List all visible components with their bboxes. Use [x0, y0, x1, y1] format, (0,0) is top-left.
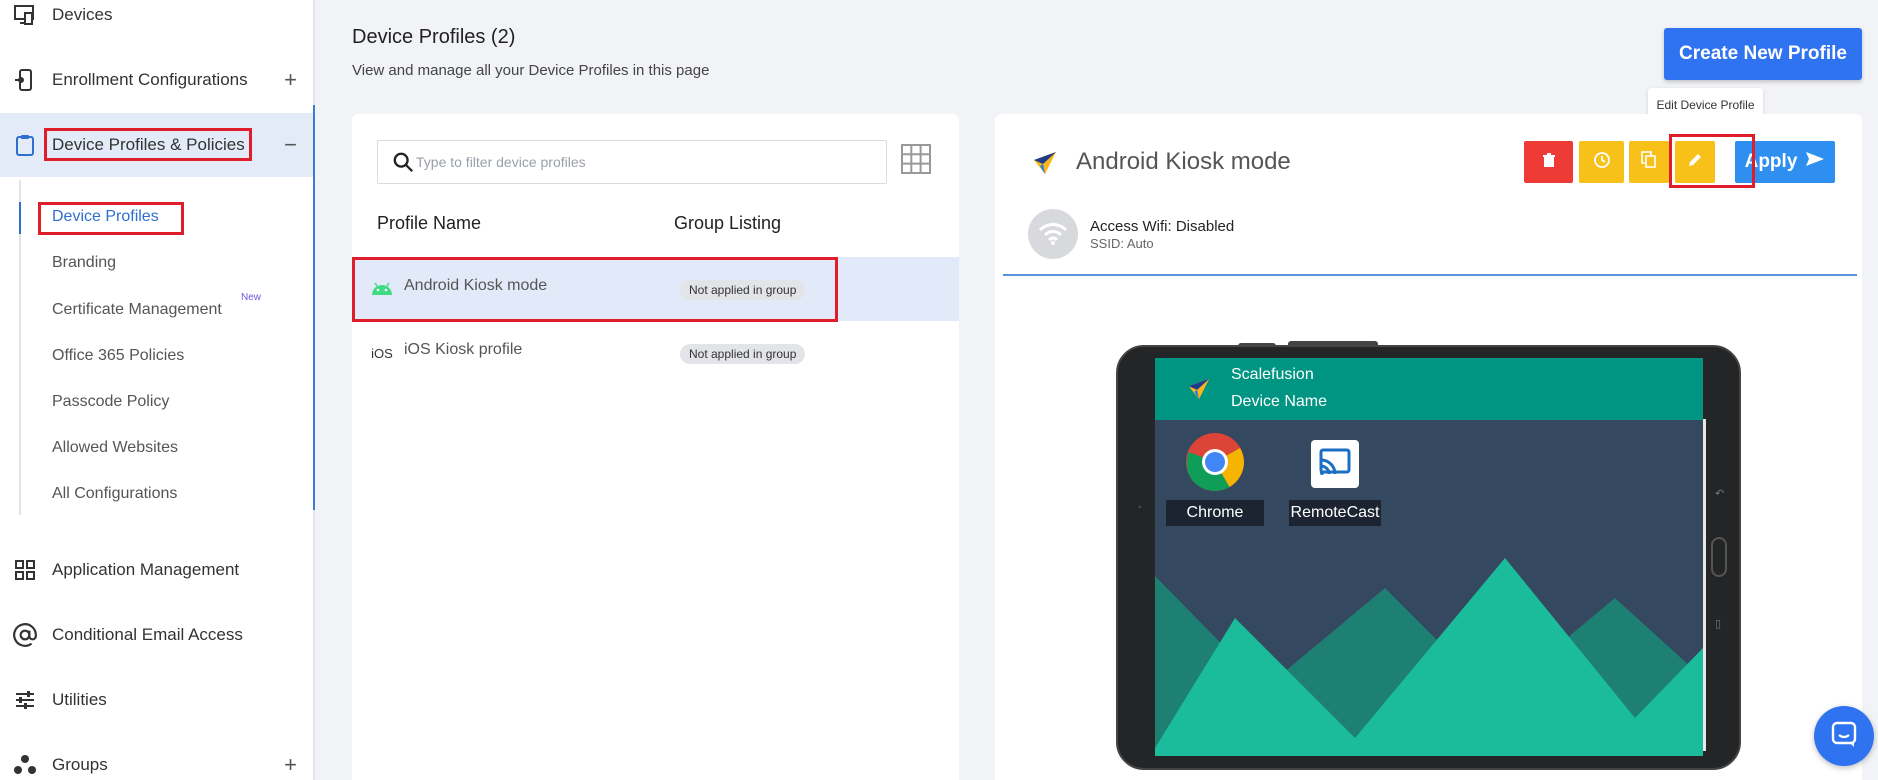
group-status-badge: Not applied in group — [680, 280, 806, 300]
kiosk-device-name: Device Name — [1231, 393, 1328, 410]
groups-icon — [12, 752, 38, 778]
back-key-icon: ↶ — [1715, 488, 1725, 500]
wifi-ssid: SSID: Auto — [1090, 236, 1154, 251]
grid-view-icon[interactable] — [900, 143, 932, 175]
copy-icon — [1641, 150, 1657, 174]
table-row[interactable]: iOS iOS Kiosk profile Not applied in gro… — [352, 321, 959, 385]
nav-item-utilities[interactable]: Utilities — [0, 680, 313, 720]
nav-item-devices[interactable]: Devices — [0, 0, 313, 35]
expand-icon[interactable]: + — [284, 752, 297, 778]
nav-item-device-profiles-policies[interactable]: Device Profiles & Policies − — [0, 113, 313, 177]
tablet-button — [1238, 343, 1276, 347]
sub-item-passcode-policy[interactable]: Passcode Policy — [52, 393, 169, 411]
sub-item-all-configurations[interactable]: All Configurations — [52, 485, 177, 503]
new-badge: New — [241, 292, 262, 303]
search-box — [377, 140, 887, 184]
sub-item-certificate-management[interactable]: Certificate Management — [52, 301, 222, 319]
wifi-icon — [1028, 209, 1078, 259]
profile-name: Android Kiosk mode — [404, 277, 548, 294]
column-header-profile-name[interactable]: Profile Name — [377, 213, 481, 234]
at-sign-icon — [12, 622, 38, 648]
active-sub-indicator — [19, 202, 21, 234]
camera-icon: ◦ — [1138, 502, 1142, 513]
profile-list-panel: Profile Name Group Listing Android Kiosk… — [352, 114, 959, 780]
edit-button[interactable] — [1675, 141, 1715, 183]
profile-title: Android Kiosk mode — [1076, 148, 1291, 175]
scalefusion-logo-icon — [1185, 375, 1215, 405]
delete-button[interactable] — [1524, 141, 1573, 183]
apply-button[interactable]: Apply — [1735, 141, 1835, 183]
wallpaper-mountains — [1155, 558, 1703, 756]
device-preview: Scalefusion Device Name Chrome RemoteCas… — [1116, 341, 1741, 770]
send-icon — [1805, 151, 1825, 173]
expand-icon[interactable]: + — [284, 67, 297, 93]
sidebar: Devices Enrollment Configurations + Devi… — [0, 0, 315, 780]
sliders-icon — [12, 687, 38, 713]
nav-label: Devices — [52, 5, 113, 24]
kiosk-header: Scalefusion Device Name — [1155, 358, 1703, 420]
devices-icon — [12, 2, 38, 28]
scrollbar — [1703, 419, 1706, 751]
nav-label: Device Profiles & Policies — [52, 135, 245, 154]
android-icon — [370, 277, 394, 301]
chrome-icon — [1185, 432, 1245, 492]
profile-detail-panel: Android Kiosk mode Apply Access Wifi: Di… — [995, 114, 1862, 780]
trash-icon — [1542, 152, 1556, 173]
search-input[interactable] — [416, 150, 876, 174]
nav-item-application-management[interactable]: Application Management — [0, 550, 313, 590]
app-label: RemoteCast — [1289, 500, 1381, 526]
apply-label: Apply — [1744, 151, 1798, 172]
pencil-icon — [1687, 152, 1703, 173]
wifi-status: Access Wifi: Disabled — [1090, 218, 1235, 235]
sub-item-branding[interactable]: Branding — [52, 254, 116, 272]
device-screen: Scalefusion Device Name Chrome RemoteCas… — [1155, 358, 1703, 756]
column-header-group-listing[interactable]: Group Listing — [674, 213, 781, 234]
ios-platform-label: iOS — [371, 345, 393, 361]
home-button — [1711, 537, 1727, 577]
chat-icon — [1830, 720, 1858, 753]
nav-label: Application Management — [52, 560, 240, 579]
remotecast-icon — [1311, 440, 1359, 488]
nav-item-conditional-email-access[interactable]: Conditional Email Access — [0, 615, 313, 655]
sub-item-office-365-policies[interactable]: Office 365 Policies — [52, 347, 184, 365]
nav-item-groups[interactable]: Groups + — [0, 745, 313, 780]
nav-label: Utilities — [52, 690, 107, 709]
apps-grid-icon — [12, 557, 38, 583]
divider — [1003, 274, 1857, 276]
sub-item-allowed-websites[interactable]: Allowed Websites — [52, 439, 178, 457]
enrollment-icon — [12, 67, 38, 93]
tablet-button — [1288, 341, 1378, 347]
kiosk-app-name: Scalefusion — [1231, 366, 1314, 383]
chat-support-button[interactable] — [1814, 706, 1874, 766]
scalefusion-logo-icon — [1030, 148, 1060, 178]
page-subtitle: View and manage all your Device Profiles… — [352, 62, 710, 79]
nav-label: Enrollment Configurations — [52, 70, 248, 89]
recent-key-icon: ▯ — [1715, 618, 1722, 630]
sub-menu: Device Profiles Branding Certificate Man… — [19, 180, 313, 515]
profile-name: iOS Kiosk profile — [404, 341, 523, 358]
page-title: Device Profiles (2) — [352, 26, 516, 48]
clipboard-icon — [12, 132, 38, 158]
create-new-profile-button[interactable]: Create New Profile — [1664, 28, 1862, 80]
clock-icon — [1593, 151, 1611, 174]
app-label: Chrome — [1166, 500, 1264, 526]
collapse-icon[interactable]: − — [284, 132, 297, 158]
active-section-indicator — [313, 105, 315, 510]
group-status-badge: Not applied in group — [680, 344, 806, 364]
copy-button[interactable] — [1629, 141, 1669, 183]
nav-label: Conditional Email Access — [52, 625, 243, 644]
sub-item-device-profiles[interactable]: Device Profiles — [52, 208, 159, 226]
nav-label: Groups — [52, 755, 108, 774]
search-icon — [392, 151, 414, 178]
table-row[interactable]: Android Kiosk mode Not applied in group — [352, 257, 959, 321]
nav-item-enrollment-configurations[interactable]: Enrollment Configurations + — [0, 60, 313, 100]
schedule-button[interactable] — [1579, 141, 1624, 183]
